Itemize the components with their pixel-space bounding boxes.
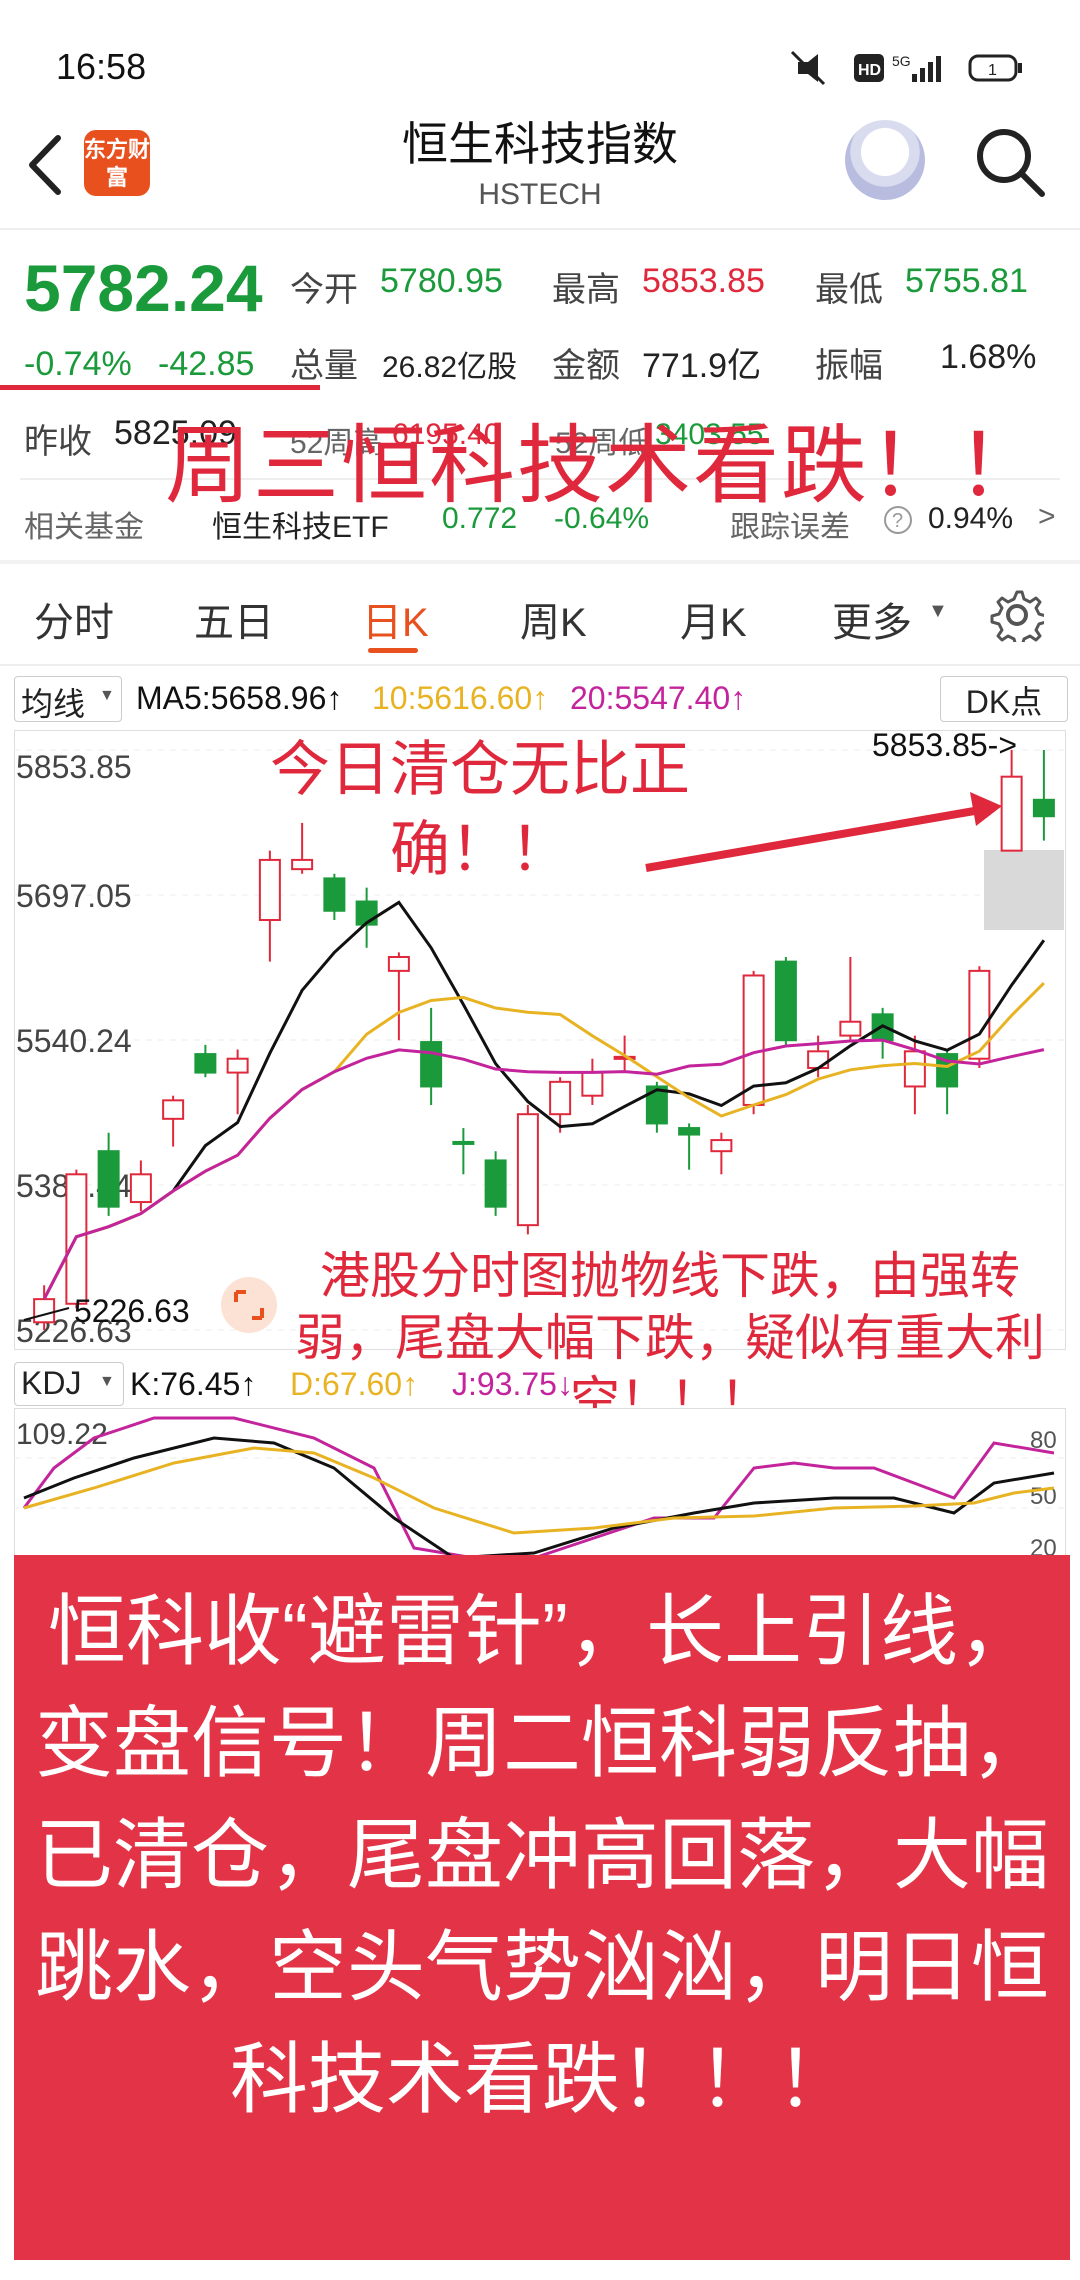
app-logo: 东方财富	[84, 130, 150, 196]
divider	[0, 664, 1080, 666]
candle-body	[710, 1139, 733, 1153]
mute-icon	[790, 50, 826, 86]
y-tick-label: 5697.05	[16, 878, 132, 914]
svg-text:HD: HD	[858, 62, 881, 79]
ma10-value: 10:5616.60↑	[372, 680, 549, 716]
open-value: 5780.95	[380, 262, 503, 300]
candle-body	[839, 1020, 862, 1037]
kdj-k-value: K:76.45↑	[130, 1366, 257, 1402]
high-label: 最高	[552, 271, 620, 309]
tab-intraday[interactable]: 分时	[34, 590, 114, 648]
divider	[0, 228, 1080, 230]
hd-icon: HD	[854, 54, 884, 82]
kdj-j-value: J:93.75↓	[452, 1366, 573, 1402]
crosshair-shadow	[984, 850, 1064, 930]
kdj-y-top: 109.22	[16, 1418, 108, 1451]
battery-icon: 1	[968, 54, 1022, 82]
dk-point-button[interactable]: DK点	[940, 676, 1068, 722]
low-value: 5755.81	[905, 262, 1028, 300]
annotation-mid: 港股分时图抛物线下跌，由强转弱，尾盘大幅下跌，疑似有重大利空！！！	[295, 1248, 1045, 1428]
page-subtitle: HSTECH	[478, 178, 602, 211]
change-percent: -0.74%	[24, 345, 132, 383]
candle-body	[452, 1140, 475, 1145]
tab-more[interactable]: 更多	[832, 590, 912, 648]
settings-gear-icon[interactable]	[990, 588, 1044, 642]
y-tick-label: 5853.85	[16, 749, 132, 785]
amplitude-label: 振幅	[815, 347, 883, 385]
section-gap	[0, 560, 1080, 564]
candle-body	[162, 1099, 185, 1120]
candle-body	[194, 1053, 217, 1074]
candle-body	[774, 960, 797, 1042]
assistant-avatar-icon[interactable]	[845, 120, 925, 200]
candle-body	[549, 1080, 572, 1116]
annotation-chart: 今日清仓无比正确！！	[270, 736, 690, 883]
ma-selector[interactable]: 均线 ▼	[14, 676, 122, 722]
annotation-top: 周三恒科技术看跌！！	[165, 418, 1045, 514]
signal-icon: 5G	[892, 53, 941, 82]
amplitude-value: 1.68%	[940, 338, 1037, 376]
candle-body	[129, 1173, 152, 1204]
fund-label: 相关基金	[24, 511, 144, 544]
tab-active-indicator	[368, 648, 418, 653]
caret-down-icon: ▼	[99, 687, 115, 704]
kdj-chart[interactable]: 109.22 80 50 20	[14, 1408, 1066, 1558]
candle-body	[516, 1113, 539, 1227]
amount-label: 金额	[552, 347, 620, 385]
tab-weekly-k[interactable]: 周K	[520, 590, 587, 648]
annotation-underline	[0, 385, 320, 390]
candle-body	[33, 1298, 56, 1324]
amount-value: 771.9亿	[642, 347, 762, 385]
caret-down-icon: ▼	[99, 1373, 115, 1390]
candle-body	[1032, 798, 1055, 818]
expand-icon	[221, 1277, 277, 1333]
tab-daily-k[interactable]: 日K	[362, 590, 429, 648]
clock: 16:58	[56, 46, 147, 87]
low-label: 最低	[815, 271, 883, 309]
candle-body	[97, 1150, 120, 1208]
current-price: 5782.24	[24, 251, 263, 325]
status-icons: HD 5G 1	[790, 50, 1022, 86]
candle-body	[484, 1159, 507, 1208]
annotation-box-text: 恒科收“避雷针”，长上引线，变盘信号！周二恒科弱反抽，已清仓，尾盘冲高回落，大幅…	[34, 1587, 1049, 2123]
svg-text:5G: 5G	[892, 53, 911, 69]
ma5-value: MA5:5658.96↑	[136, 680, 343, 716]
candle-body	[581, 1071, 604, 1097]
kdj-selector-label: KDJ	[21, 1365, 82, 1401]
svg-text:1: 1	[988, 62, 997, 79]
candle-body	[387, 955, 410, 972]
change-value: -42.85	[158, 345, 255, 383]
volume-label: 总量	[290, 347, 358, 385]
min-marker: 5226.63	[74, 1293, 190, 1329]
tab-monthly-k[interactable]: 月K	[680, 590, 747, 648]
tab-five-day[interactable]: 五日	[194, 590, 274, 648]
candle-body	[903, 1050, 926, 1088]
candle-body	[807, 1050, 830, 1069]
candle-body	[420, 1041, 443, 1088]
status-bar: 16:58 HD 5G 1	[0, 0, 1080, 120]
candle-body	[678, 1127, 701, 1136]
ma20-value: 20:5547.40↑	[570, 680, 747, 716]
candle-body	[1000, 775, 1023, 852]
candle-body	[226, 1057, 249, 1074]
kdj-d-value: D:67.60↑	[290, 1366, 419, 1402]
volume-value: 26.82亿股	[382, 351, 518, 384]
page-title: 恒生科技指数	[402, 118, 678, 170]
high-value: 5853.85	[642, 262, 765, 300]
search-icon[interactable]	[970, 122, 1050, 202]
y-tick-label: 5540.24	[16, 1023, 132, 1059]
prev-close-label: 昨收	[24, 423, 92, 461]
back-chevron-icon[interactable]	[22, 130, 72, 200]
open-label: 今开	[290, 271, 358, 309]
max-marker: 5853.85->	[872, 730, 1017, 763]
kdj-selector[interactable]: KDJ ▼	[14, 1362, 124, 1406]
caret-down-icon: ▼	[928, 600, 948, 622]
ma-selector-label: 均线	[21, 686, 86, 722]
